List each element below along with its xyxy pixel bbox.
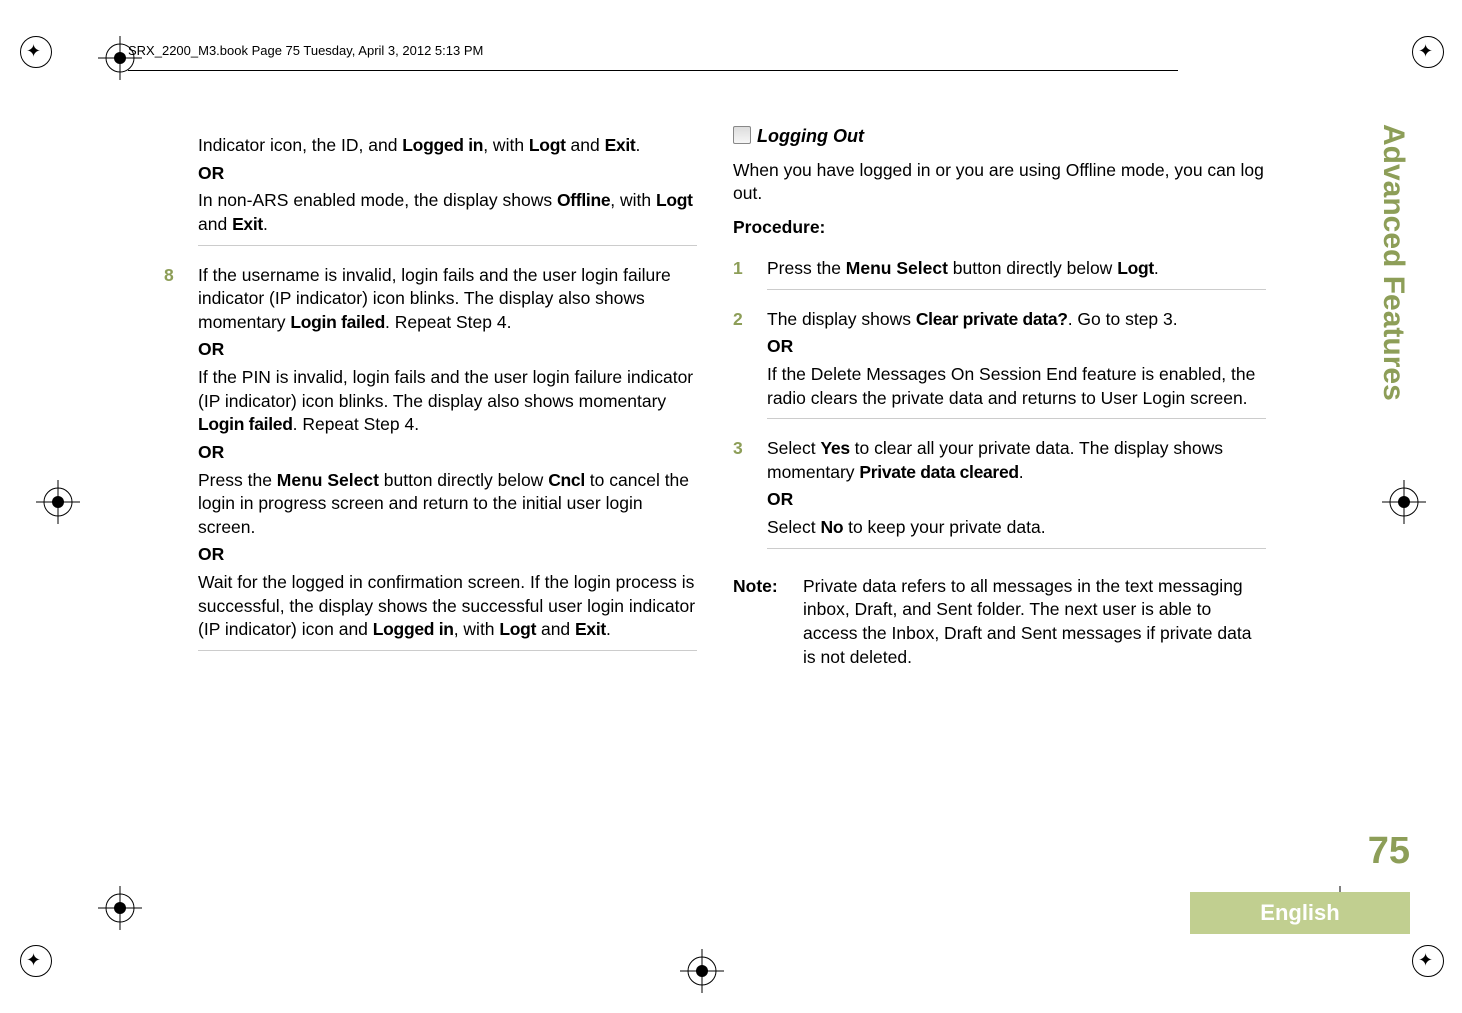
- book-header-line: SRX_2200_M3.book Page 75 Tuesday, April …: [128, 43, 483, 58]
- ui-string: Cncl: [548, 470, 585, 490]
- body-text: Select: [767, 517, 821, 537]
- body-text: .: [263, 214, 268, 234]
- body-text: , with: [483, 135, 529, 155]
- ui-string: Yes: [821, 438, 850, 458]
- body-text: to keep your private data.: [843, 517, 1045, 537]
- crosshair-icon: [1382, 480, 1426, 524]
- ui-string: Login failed: [290, 312, 385, 332]
- ui-string: No: [821, 517, 844, 537]
- ui-string: Logt: [499, 619, 536, 639]
- body-text: Press the: [767, 258, 846, 278]
- or-label: OR: [198, 339, 224, 359]
- column-right: Logging Out When you have logged in or y…: [733, 124, 1266, 669]
- registration-mark-icon: [1412, 945, 1444, 977]
- language-box: English: [1190, 892, 1410, 934]
- section-heading: Logging Out: [757, 126, 864, 146]
- ui-string: Logged in: [373, 619, 454, 639]
- body-text: If the Delete Messages On Session End fe…: [767, 363, 1266, 410]
- step-divider: [198, 650, 697, 651]
- step-divider: [767, 418, 1266, 419]
- or-label: OR: [767, 336, 793, 356]
- chapter-side-tab: Advanced Features: [1376, 124, 1410, 401]
- or-label: OR: [198, 442, 224, 462]
- body-text: . Repeat Step 4.: [385, 312, 511, 332]
- body-text: In non-ARS enabled mode, the display sho…: [198, 190, 557, 210]
- step-2: 2 The display shows Clear private data?.…: [733, 308, 1266, 428]
- ui-string: Clear private data?: [916, 309, 1068, 329]
- body-text: .: [635, 135, 640, 155]
- ui-string: Logt: [656, 190, 693, 210]
- step-number: 8: [164, 264, 198, 659]
- or-label: OR: [198, 163, 224, 183]
- body-text: If the PIN is invalid, login fails and t…: [198, 367, 693, 411]
- crosshair-icon: [680, 949, 724, 993]
- step-number: 1: [733, 257, 767, 298]
- column-left: Indicator icon, the ID, and Logged in, w…: [164, 124, 697, 669]
- ui-string: Offline: [557, 190, 610, 210]
- ui-element-name: Menu Select: [277, 470, 379, 490]
- body-text: .: [1019, 462, 1024, 482]
- step-continuation: Indicator icon, the ID, and Logged in, w…: [164, 134, 697, 254]
- ui-string: Logt: [1117, 258, 1154, 278]
- ui-element-name: Menu Select: [846, 258, 948, 278]
- body-text: Press the: [198, 470, 277, 490]
- step-number: 3: [733, 437, 767, 557]
- body-text: button directly below: [379, 470, 548, 490]
- procedure-label: Procedure:: [733, 216, 1266, 240]
- ui-string: Exit: [575, 619, 606, 639]
- body-text: , with: [454, 619, 500, 639]
- or-label: OR: [198, 544, 224, 564]
- body-text: and: [198, 214, 232, 234]
- body-text: and: [566, 135, 605, 155]
- intro-text: When you have logged in or you are using…: [733, 159, 1266, 206]
- step-8: 8 If the username is invalid, login fail…: [164, 264, 697, 659]
- body-text: . Go to step 3.: [1068, 309, 1178, 329]
- body-text: The display shows: [767, 309, 916, 329]
- crosshair-icon: [36, 480, 80, 524]
- page: SRX_2200_M3.book Page 75 Tuesday, April …: [0, 0, 1462, 1013]
- body-text: .: [606, 619, 611, 639]
- note-text: Private data refers to all messages in t…: [803, 575, 1266, 670]
- step-number: 2: [733, 308, 767, 428]
- book-icon: [733, 126, 751, 144]
- body-text: button directly below: [948, 258, 1117, 278]
- body-text: , with: [610, 190, 656, 210]
- body-text: and: [536, 619, 575, 639]
- page-number: 75: [1368, 830, 1410, 873]
- step-divider: [767, 548, 1266, 549]
- registration-mark-icon: [20, 36, 52, 68]
- ui-string: Logt: [529, 135, 566, 155]
- body-text: Indicator icon, the ID, and: [198, 135, 402, 155]
- step-divider: [198, 245, 697, 246]
- ui-string: Logged in: [402, 135, 483, 155]
- content-columns: Indicator icon, the ID, and Logged in, w…: [164, 124, 1266, 669]
- note-block: Note: Private data refers to all message…: [733, 575, 1266, 670]
- or-label: OR: [767, 489, 793, 509]
- crosshair-icon: [98, 886, 142, 930]
- registration-mark-icon: [1412, 36, 1444, 68]
- ui-string: Exit: [232, 214, 263, 234]
- ui-string: Private data cleared: [859, 462, 1018, 482]
- ui-string: Login failed: [198, 414, 293, 434]
- step-divider: [767, 289, 1266, 290]
- body-text: .: [1154, 258, 1159, 278]
- ui-string: Exit: [605, 135, 636, 155]
- body-text: Select: [767, 438, 821, 458]
- step-3: 3 Select Yes to clear all your private d…: [733, 437, 1266, 557]
- body-text: . Repeat Step 4.: [293, 414, 419, 434]
- registration-mark-icon: [20, 945, 52, 977]
- header-divider: [128, 70, 1178, 71]
- note-label: Note:: [733, 575, 803, 670]
- step-1: 1 Press the Menu Select button directly …: [733, 257, 1266, 298]
